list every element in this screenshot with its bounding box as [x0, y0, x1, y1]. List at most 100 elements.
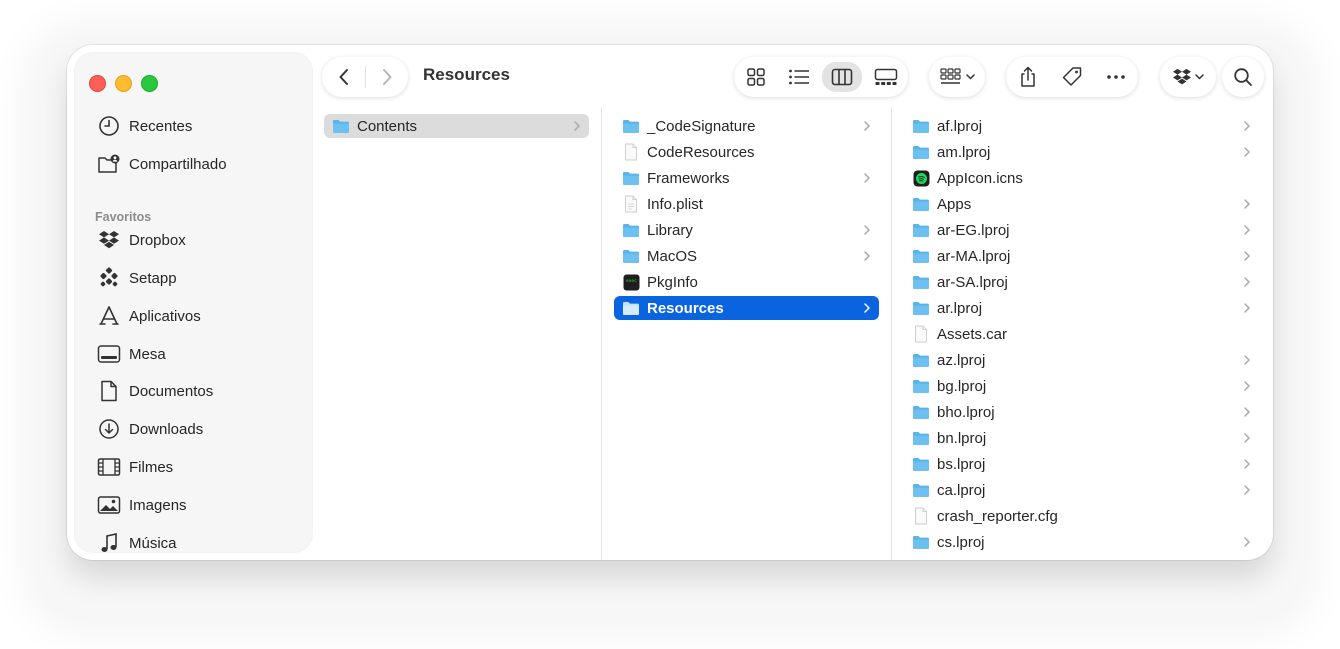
group-by-button[interactable]: [929, 57, 985, 97]
minimize-window-button[interactable]: [115, 75, 132, 92]
sidebar-item-label: Dropbox: [129, 231, 186, 249]
executable-icon: exec: [622, 273, 640, 291]
file-row-pkginfo[interactable]: exec PkgInfo: [614, 270, 879, 294]
file-row-af-lproj[interactable]: af.lproj: [904, 114, 1259, 138]
file-row-bs-lproj[interactable]: bs.lproj: [904, 452, 1259, 476]
chevron-right-icon: [863, 223, 871, 237]
sidebar-item-compartilhado[interactable]: Compartilhado: [97, 149, 227, 179]
tag-button[interactable]: [1050, 57, 1094, 97]
file-name: bs.lproj: [937, 455, 986, 473]
file-row-coderesources[interactable]: CodeResources: [614, 140, 879, 164]
folder-icon: [332, 117, 350, 135]
sidebar-item-filmes[interactable]: Filmes: [97, 452, 173, 482]
column-view-button[interactable]: [820, 57, 864, 97]
file-row-frameworks[interactable]: Frameworks: [614, 166, 879, 190]
file-row-info-plist[interactable]: Info.plist: [614, 192, 879, 216]
search-icon: [1234, 68, 1252, 86]
file-name: az.lproj: [937, 351, 986, 369]
file-row-resources[interactable]: Resources: [614, 296, 879, 320]
sidebar-item-dropbox[interactable]: Dropbox: [97, 225, 186, 255]
file-name: bg.lproj: [937, 377, 987, 395]
file-row-crash-reporter-cfg[interactable]: crash_reporter.cfg: [904, 504, 1259, 528]
download-icon: [97, 417, 121, 441]
chevron-right-icon: [383, 69, 392, 85]
music-icon: [97, 531, 121, 552]
svg-text:exec: exec: [626, 279, 637, 284]
sidebar-item-downloads[interactable]: Downloads: [97, 414, 203, 444]
file-name: cs.lproj: [937, 533, 985, 551]
file-row-bg-lproj[interactable]: bg.lproj: [904, 374, 1259, 398]
sidebar-item-label: Aplicativos: [129, 307, 201, 325]
sidebar-item-documentos[interactable]: Documentos: [97, 376, 213, 406]
finder-window: Recentes Compartilhado Favoritos Dropbox…: [67, 45, 1273, 560]
forward-button[interactable]: [366, 57, 408, 97]
file-row-ar-lproj[interactable]: ar.lproj: [904, 296, 1259, 320]
file-name: ar-EG.lproj: [937, 221, 1010, 239]
file-row-macos[interactable]: MacOS: [614, 244, 879, 268]
file-row-appicon-icns[interactable]: AppIcon.icns: [904, 166, 1259, 190]
folder-icon: [912, 273, 930, 291]
file-name: af.lproj: [937, 117, 983, 135]
file-name: ar-SA.lproj: [937, 273, 1008, 291]
sidebar-item-imagens[interactable]: Imagens: [97, 490, 187, 520]
plist-file-icon: [622, 195, 640, 213]
folder-icon: [912, 429, 930, 447]
folder-icon: [912, 195, 930, 213]
chevron-right-icon: [863, 119, 871, 133]
navigation-buttons: [322, 57, 408, 97]
chevron-right-icon: [1243, 431, 1251, 445]
sidebar-item-recentes[interactable]: Recentes: [97, 111, 192, 141]
file-row-library[interactable]: Library: [614, 218, 879, 242]
folder-icon: [912, 221, 930, 239]
sidebar-item-aplicativos[interactable]: Aplicativos: [97, 301, 201, 331]
document-file-icon: [912, 325, 930, 343]
file-row-az-lproj[interactable]: az.lproj: [904, 348, 1259, 372]
file-row-apps[interactable]: Apps: [904, 192, 1259, 216]
sidebar-item-mesa[interactable]: Mesa: [97, 339, 166, 369]
file-name: CodeResources: [647, 143, 755, 161]
window-title: Resources: [423, 65, 510, 84]
file-row-codesignature[interactable]: _CodeSignature: [614, 114, 879, 138]
chevron-right-icon: [1243, 535, 1251, 549]
file-row-bn-lproj[interactable]: bn.lproj: [904, 426, 1259, 450]
back-button[interactable]: [322, 57, 365, 97]
list-view-button[interactable]: [777, 57, 820, 97]
sidebar-item-musica[interactable]: Música: [97, 528, 177, 552]
folder-icon: [622, 299, 640, 317]
chevron-right-icon: [1243, 249, 1251, 263]
favorites-heading: Favoritos: [95, 210, 152, 224]
document-file-icon: [622, 143, 640, 161]
column-divider: [891, 107, 892, 560]
icon-view-button[interactable]: [734, 57, 777, 97]
chevron-right-icon: [1243, 353, 1251, 367]
folder-icon: [912, 247, 930, 265]
file-name: crash_reporter.cfg: [937, 507, 1058, 525]
file-row-assets-car[interactable]: Assets.car: [904, 322, 1259, 346]
close-window-button[interactable]: [89, 75, 106, 92]
file-row-ar-sa-lproj[interactable]: ar-SA.lproj: [904, 270, 1259, 294]
share-button[interactable]: [1006, 57, 1050, 97]
file-row-contents[interactable]: Contents: [324, 114, 589, 138]
file-row-ar-eg-lproj[interactable]: ar-EG.lproj: [904, 218, 1259, 242]
chevron-right-icon: [573, 119, 581, 133]
more-actions-button[interactable]: [1094, 57, 1138, 97]
sidebar-item-label: Documentos: [129, 382, 214, 400]
sidebar-item-setapp[interactable]: Setapp: [97, 263, 177, 293]
gallery-view-button[interactable]: [864, 57, 908, 97]
zoom-window-button[interactable]: [141, 75, 158, 92]
chevron-right-icon: [1243, 275, 1251, 289]
search-button[interactable]: [1222, 57, 1264, 97]
applications-icon: [97, 304, 121, 328]
file-name: Contents: [357, 117, 418, 135]
document-icon: [97, 379, 121, 403]
app-icon-file-icon: [912, 169, 930, 187]
file-row-bho-lproj[interactable]: bho.lproj: [904, 400, 1259, 424]
dropbox-menu-button[interactable]: [1160, 57, 1216, 97]
folder-icon: [912, 455, 930, 473]
file-row-ar-ma-lproj[interactable]: ar-MA.lproj: [904, 244, 1259, 268]
sidebar-item-label: Compartilhado: [129, 155, 227, 173]
file-row-ca-lproj[interactable]: ca.lproj: [904, 478, 1259, 502]
file-row-cs-lproj[interactable]: cs.lproj: [904, 530, 1259, 554]
sidebar-item-label: Setapp: [129, 269, 177, 287]
file-row-am-lproj[interactable]: am.lproj: [904, 140, 1259, 164]
